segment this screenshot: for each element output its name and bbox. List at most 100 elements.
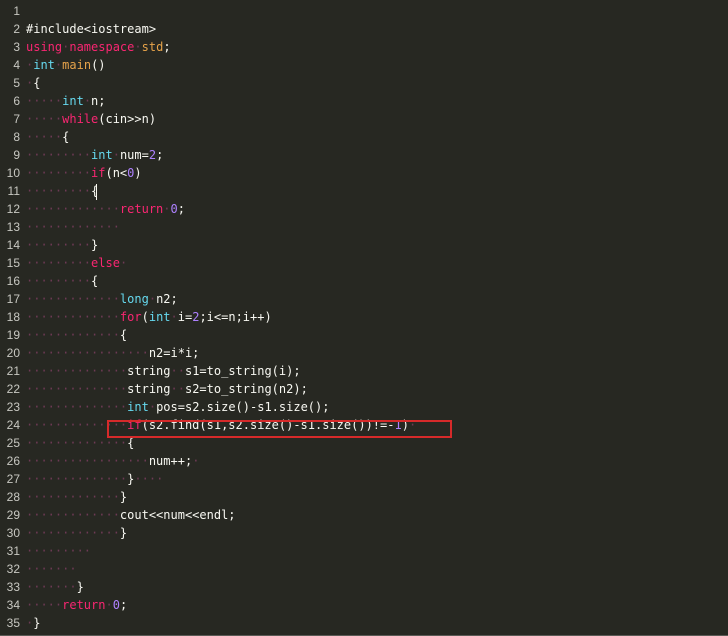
code-token: 0 <box>112 598 120 612</box>
line-code: ·········if(n<0) <box>26 164 142 182</box>
code-editor[interactable]: 1 2 #include<iostream> 3 using·namespace·std… <box>0 2 728 636</box>
whitespace-marker: ···· <box>134 472 164 486</box>
line-number: 18 <box>6 310 20 324</box>
code-line[interactable]: 13 ············· <box>0 218 728 236</box>
whitespace-marker: ·············· <box>26 472 128 486</box>
code-line[interactable]: 1 <box>0 2 728 20</box>
code-token: num= <box>119 148 149 162</box>
line-number: 33 <box>6 580 20 594</box>
line-number: 27 <box>6 472 20 486</box>
whitespace-marker: ····· <box>26 94 63 108</box>
line-number: 31 <box>6 544 20 558</box>
line-code: ·······} <box>26 578 84 596</box>
code-token: } <box>119 526 128 540</box>
line-number: 2 <box>13 22 20 36</box>
code-token: else <box>91 256 120 270</box>
whitespace-marker: ········· <box>26 184 92 198</box>
line-code: ·············return·0; <box>26 200 185 218</box>
code-line[interactable]: 33 ·······} <box>0 578 728 596</box>
line-code: ·················num++;· <box>26 452 199 470</box>
line-code: ·············} <box>26 524 127 542</box>
code-line[interactable]: 34 ·····return·0; <box>0 596 728 614</box>
code-line[interactable]: 30 ·············} <box>0 524 728 542</box>
code-line[interactable]: 31 ········· <box>0 542 728 560</box>
line-number: 14 <box>6 238 20 252</box>
code-token: 2 <box>148 148 157 162</box>
line-code: using·namespace·std; <box>26 38 171 56</box>
code-line[interactable]: 6 ·····int·n; <box>0 92 728 110</box>
whitespace-marker: ····· <box>26 112 63 126</box>
line-number: 32 <box>6 562 20 576</box>
whitespace-marker: · <box>192 454 200 468</box>
code-line[interactable]: 9 ·········int·num=2; <box>0 146 728 164</box>
code-token: ; <box>177 202 185 216</box>
code-line[interactable]: 11 ·········{ <box>0 182 728 200</box>
line-code: ·············{ <box>26 326 127 344</box>
whitespace-marker: · <box>119 256 128 270</box>
code-line[interactable]: 19 ·············{ <box>0 326 728 344</box>
code-token: ; <box>163 40 171 54</box>
code-token: string <box>127 364 171 378</box>
code-line[interactable]: 16 ·········{ <box>0 272 728 290</box>
code-token: return <box>62 598 106 612</box>
code-token: using <box>26 40 63 54</box>
line-number: 26 <box>6 454 20 468</box>
code-line[interactable]: 21 ··············string··s1=to_string(i); <box>0 362 728 380</box>
line-number: 11 <box>7 184 20 198</box>
code-line[interactable]: 35 ·} <box>0 614 728 632</box>
whitespace-marker: ················· <box>26 454 149 468</box>
code-token: } <box>119 490 128 504</box>
code-lines[interactable]: 1 2 #include<iostream> 3 using·namespace·std… <box>0 2 728 632</box>
code-line[interactable]: 17 ·············long·n2; <box>0 290 728 308</box>
code-line[interactable]: 22 ··············string··s2=to_string(n2)… <box>0 380 728 398</box>
whitespace-marker: ············· <box>26 328 120 342</box>
line-code: ·················n2=i*i; <box>26 344 199 362</box>
whitespace-marker: ············· <box>26 202 120 216</box>
code-line[interactable]: 7 ·····while(cin>>n) <box>0 110 728 128</box>
whitespace-marker: ········· <box>26 274 92 288</box>
text-caret <box>96 184 97 200</box>
code-token: namespace <box>69 40 135 54</box>
code-line[interactable]: 4 ·int·main() <box>0 56 728 74</box>
line-code: ·····int·n; <box>26 92 106 110</box>
code-line[interactable]: 18 ·············for(int·i=2;i<=n;i++) <box>0 308 728 326</box>
whitespace-marker: ············· <box>26 490 120 504</box>
line-code: ·········} <box>26 236 98 254</box>
code-line[interactable]: 23 ··············int·pos=s2.size()-s1.siz… <box>0 398 728 416</box>
code-line[interactable]: 20 ·················n2=i*i; <box>0 344 728 362</box>
line-number: 4 <box>13 58 20 72</box>
line-code: ·············long·n2; <box>26 290 178 308</box>
code-line[interactable]: 26 ·················num++;· <box>0 452 728 470</box>
line-number: 28 <box>6 490 20 504</box>
line-number: 16 <box>6 274 20 288</box>
code-token: ( <box>141 310 149 324</box>
whitespace-marker: ·············· <box>26 436 128 450</box>
line-number: 30 <box>6 526 20 540</box>
code-line[interactable]: 12 ·············return·0; <box>0 200 728 218</box>
code-line[interactable]: 3 using·namespace·std; <box>0 38 728 56</box>
code-line[interactable]: 28 ·············} <box>0 488 728 506</box>
whitespace-marker: · <box>105 598 113 612</box>
whitespace-marker: · <box>148 292 157 306</box>
code-line[interactable]: 5 ·{ <box>0 74 728 92</box>
code-line[interactable]: 10 ·········if(n<0) <box>0 164 728 182</box>
whitespace-marker: ············· <box>26 310 120 324</box>
whitespace-marker: · <box>134 40 142 54</box>
code-line[interactable]: 8 ·····{ <box>0 128 728 146</box>
code-line[interactable]: 27 ··············}···· <box>0 470 728 488</box>
line-number: 20 <box>6 346 20 360</box>
code-line[interactable]: 2 #include<iostream> <box>0 20 728 38</box>
whitespace-marker: ········· <box>26 166 92 180</box>
line-code: ·········int·num=2; <box>26 146 163 164</box>
whitespace-marker: ············· <box>26 526 120 540</box>
code-token: { <box>91 274 99 288</box>
code-line[interactable]: 29 ·············cout<<num<<endl; <box>0 506 728 524</box>
line-number: 29 <box>6 508 20 522</box>
code-line[interactable]: 14 ·········} <box>0 236 728 254</box>
code-token: 0 <box>170 202 178 216</box>
code-token: long <box>119 292 149 306</box>
code-line[interactable]: 32 ······· <box>0 560 728 578</box>
code-line[interactable]: 15 ·········else· <box>0 254 728 272</box>
code-token: i= <box>177 310 193 324</box>
code-token: } <box>91 238 99 252</box>
